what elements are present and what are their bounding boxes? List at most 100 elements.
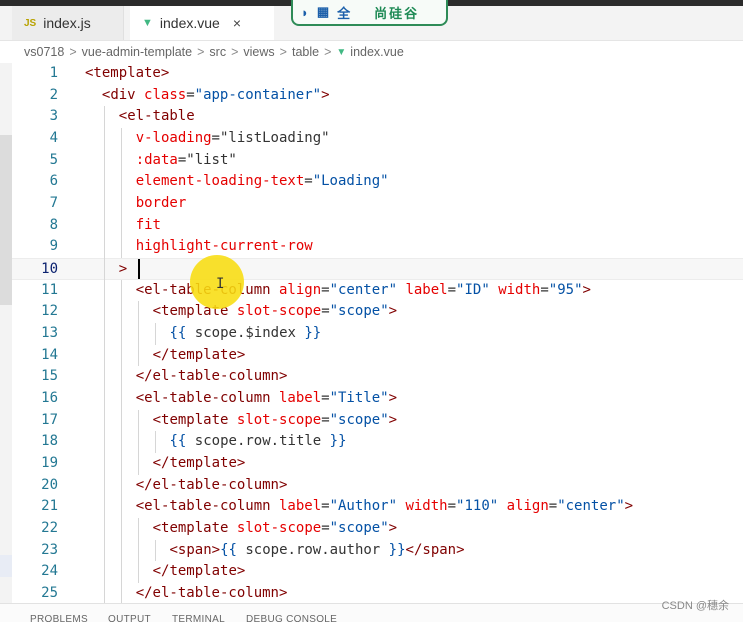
indent-guide [103,517,105,540]
code-token-string: "scope" [329,411,389,428]
code-text: </template> [153,345,246,367]
tab-label: index.vue [159,15,220,31]
indent-guide [120,561,122,583]
mouse-text-cursor-icon: I [216,276,225,292]
code-line[interactable]: 1 <template> [12,63,743,85]
code-token-expr: = [321,498,330,515]
line-number: 20 [41,476,58,493]
tab-label: index.js [43,15,91,31]
code-token-expr: ="list" [177,151,237,168]
line-number: 11 [41,281,58,298]
line-number: 19 [41,454,58,471]
code-text: {{ scope.$index }} [170,323,322,345]
line-number: 17 [41,411,58,428]
code-text: <template> [85,63,169,85]
code-text: <span>{{ scope.row.author }}</span> [170,540,465,562]
code-token-attr: width [405,498,448,515]
code-token-string: "95" [548,281,583,298]
code-token-string: {{ [169,433,195,450]
indent-guide [103,192,105,215]
breadcrumb-separator: > [197,45,205,59]
breadcrumb-item[interactable]: vs0718 [24,45,64,59]
code-token-attr: label [278,498,322,515]
input-method-toolbar[interactable]: ◗ ▦ 全 尚硅谷 [291,0,448,26]
indent-guide [120,452,122,475]
code-text: </template> [153,453,246,475]
breadcrumb-item[interactable]: src [209,45,226,59]
watermark: CSDN @穗余 [661,600,729,612]
code-token-attr: slot-scope [236,519,322,536]
breadcrumb-item[interactable]: views [243,45,274,59]
indent-guide [137,344,139,367]
indent-guide [103,236,105,258]
indent-guide [103,366,105,388]
indent-guide [103,561,105,583]
indent-guide [120,387,122,410]
code-token-tag: > [582,281,591,298]
indent-guide [103,387,105,410]
tab-output[interactable]: OUTPUT [108,614,151,625]
line-number: 18 [41,433,58,450]
line-number: 21 [41,498,58,515]
code-token-tag: </template> [152,563,246,580]
line-number: 9 [49,238,58,255]
code-line[interactable]: 10 > [12,257,743,280]
close-icon[interactable]: × [233,15,241,31]
indent-guide [120,322,122,345]
indent-guide [154,539,156,562]
code-token-string: "110" [456,498,507,515]
code-line[interactable]: 2 <div class="app-container"> [12,85,743,107]
code-text: {{ scope.row.title }} [170,431,347,453]
code-text: <template slot-scope="scope"> [153,518,397,540]
code-token-expr: = [321,389,330,406]
moon-icon[interactable]: ◗ [301,5,309,20]
code-text: border [136,193,187,215]
code-token-string: }} [380,541,406,558]
code-token-string: {{ [220,541,246,558]
indent-guide [137,322,139,345]
indent-guide [137,301,139,323]
tab-problems[interactable]: PROBLEMS [30,614,88,625]
indent-guide [103,127,105,150]
tab-debug-console[interactable]: DEBUG CONSOLE [246,614,337,625]
vue-file-icon: ▼ [142,17,153,29]
code-text: <template slot-scope="scope"> [153,301,397,323]
tab-index-vue[interactable]: ▼ index.vue × [130,6,274,40]
code-token-tag: > [388,389,398,406]
code-token-tag: </template> [152,346,246,363]
code-token-tag: </span> [405,541,465,558]
code-token-expr: = [321,281,330,298]
code-line[interactable]: 3 <el-table [12,106,743,128]
ime-mode-label[interactable]: 全 [337,3,350,22]
line-number: 4 [49,129,58,146]
keyboard-icon[interactable]: ▦ [317,4,329,20]
text-cursor [138,258,141,279]
code-editor[interactable]: 1 <template> 2 <div class="app-container"> 3… [12,63,743,603]
breadcrumb-item[interactable]: table [292,45,319,59]
code-token-expr: = [186,86,195,103]
breadcrumb: vs0718 > vue-admin-template > src > views > tabl… [0,41,743,63]
tab-terminal[interactable]: TERMINAL [172,614,225,625]
code-token-tag: </el-table-column> [135,476,288,493]
code-token-tag: <el-table-column [135,498,279,515]
code-text: v-loading="listLoading" [136,128,330,150]
code-token-tag: <span> [169,541,221,558]
code-token-string: }} [321,433,347,450]
line-number: 13 [41,324,58,341]
indent-guide [103,106,105,128]
code-token-tag: <el-table [118,108,195,125]
code-token-string: "scope" [329,303,389,320]
indent-guide [120,366,122,388]
code-token-string: "Loading" [312,173,389,190]
code-text: <div class="app-container"> [102,85,330,107]
line-number: 25 [41,584,58,601]
code-token-expr: = [321,519,330,536]
indent-guide [103,257,105,280]
tab-index-js[interactable]: JS index.js [12,6,124,40]
code-token-tag: <template [152,411,237,428]
breadcrumb-item[interactable]: vue-admin-template [82,45,192,59]
breadcrumb-item[interactable]: index.vue [350,45,404,59]
code-token-string: "center" [557,498,625,515]
code-token-expr: = [321,411,330,428]
indent-guide [103,214,105,237]
